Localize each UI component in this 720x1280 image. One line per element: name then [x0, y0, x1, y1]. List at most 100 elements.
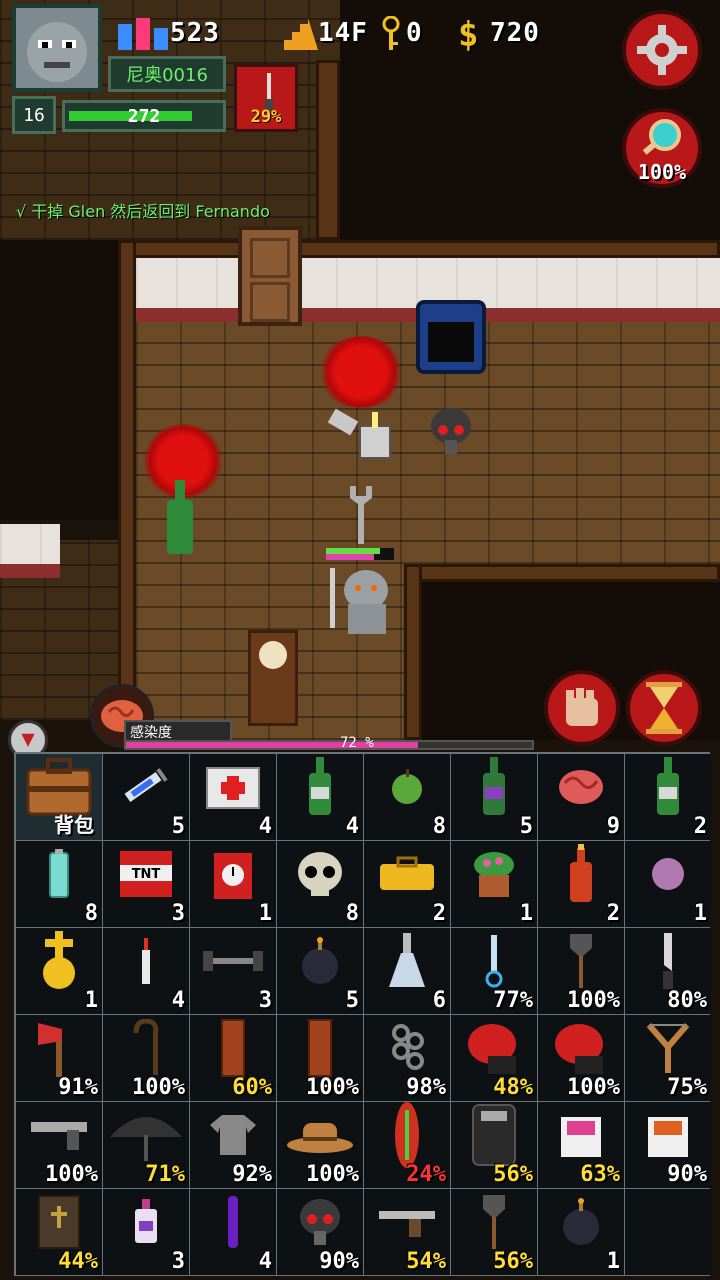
- inventory-slot[interactable]: 8: [277, 841, 363, 927]
- inventory-slot[interactable]: 5: [277, 928, 363, 1014]
- inventory-slot[interactable]: 24%: [364, 1102, 450, 1188]
- inventory-slot[interactable]: 9: [538, 754, 624, 840]
- slot-count: 3: [171, 1249, 185, 1274]
- inventory-slot[interactable]: 90%: [625, 1102, 711, 1188]
- inventory-slot[interactable]: TNT 3: [103, 841, 189, 927]
- bomb-icon: [277, 930, 363, 992]
- inventory-slot[interactable]: 80%: [625, 928, 711, 1014]
- inventory-slot[interactable]: 100%: [277, 1102, 363, 1188]
- settings-button[interactable]: [622, 10, 702, 90]
- slot-count: 100%: [567, 1075, 620, 1100]
- hourglass-icon: [646, 682, 682, 734]
- key-count: 0: [406, 18, 423, 48]
- inventory-slot[interactable]: 3: [190, 928, 276, 1014]
- flask-icon: [364, 930, 450, 992]
- inventory-slot[interactable]: 1: [538, 1189, 624, 1275]
- inventory-slot[interactable]: 71%: [103, 1102, 189, 1188]
- slot-count: 4: [171, 988, 185, 1013]
- brain-icon: [538, 756, 624, 818]
- wall-top: [120, 240, 720, 258]
- slot-count: 8: [345, 901, 359, 926]
- backpack-button[interactable]: 背包: [16, 754, 102, 840]
- inventory-slot[interactable]: 75%: [625, 1015, 711, 1101]
- inventory-slot[interactable]: 92%: [190, 1102, 276, 1188]
- inventory-slot[interactable]: 4: [277, 754, 363, 840]
- inventory-slot[interactable]: 98%: [364, 1015, 450, 1101]
- dumbbell-icon: [190, 930, 276, 992]
- quest-check-icon: √: [16, 202, 27, 221]
- inventory-slot[interactable]: 8: [364, 754, 450, 840]
- inventory-slot[interactable]: 4: [103, 928, 189, 1014]
- inventory-slot[interactable]: 56%: [451, 1102, 537, 1188]
- wait-button[interactable]: [626, 670, 702, 746]
- attack-button[interactable]: [544, 670, 620, 746]
- inventory-slot[interactable]: 100%: [16, 1102, 102, 1188]
- inventory-slot[interactable]: 63%: [538, 1102, 624, 1188]
- green-bottle-icon[interactable]: [160, 480, 200, 556]
- slot-count: 71%: [145, 1162, 185, 1187]
- squad-count: 523: [170, 18, 220, 48]
- dark-area: [0, 240, 120, 520]
- slot-count: 5: [345, 988, 359, 1013]
- key-icon: [382, 15, 400, 52]
- inventory-slot[interactable]: 4: [190, 754, 276, 840]
- inventory-slot[interactable]: 5: [451, 754, 537, 840]
- infection-bar-fill: [126, 742, 419, 748]
- tnt-icon: TNT: [103, 843, 189, 905]
- inventory-slot[interactable]: 100%: [538, 928, 624, 1014]
- wall-left: [118, 240, 136, 720]
- wood-plank-icon: [277, 1017, 363, 1079]
- player-health-bar: [326, 548, 394, 560]
- slot-count: 90%: [319, 1249, 359, 1274]
- inventory-slot[interactable]: 2: [538, 841, 624, 927]
- inventory-slot[interactable]: 2: [625, 754, 711, 840]
- pistol-icon: [16, 1104, 102, 1166]
- player-portrait-icon[interactable]: [12, 4, 102, 92]
- slot-count: 75%: [667, 1075, 707, 1100]
- potted-plant-icon: [451, 843, 537, 905]
- blue-crate-icon[interactable]: [416, 300, 486, 374]
- inventory-slot[interactable]: 2: [364, 841, 450, 927]
- slot-count: 9: [606, 814, 620, 839]
- wooden-door[interactable]: [238, 226, 302, 326]
- slot-count: 60%: [232, 1075, 272, 1100]
- inventory-slot[interactable]: 56%: [451, 1189, 537, 1275]
- green-bottle-icon: [625, 756, 711, 818]
- equipped-weapon-button[interactable]: 29%: [234, 64, 298, 132]
- inventory-slot[interactable]: 77%: [451, 928, 537, 1014]
- inventory-slot[interactable]: 60%: [190, 1015, 276, 1101]
- inventory-slot[interactable]: 6: [364, 928, 450, 1014]
- inventory-slot[interactable]: 48%: [451, 1015, 537, 1101]
- slot-count: 4: [258, 814, 272, 839]
- inventory-slot[interactable]: 1: [16, 928, 102, 1014]
- inventory-slot[interactable]: 1: [451, 841, 537, 927]
- inventory-slot[interactable]: 3: [103, 1189, 189, 1275]
- surfboard-icon: [364, 1102, 450, 1168]
- gas-mask-zombie-icon[interactable]: [426, 404, 476, 462]
- inventory-slot[interactable]: 4: [190, 1189, 276, 1275]
- inventory-slot[interactable]: 54%: [364, 1189, 450, 1275]
- inventory-slot[interactable]: 1: [190, 841, 276, 927]
- gas-mask-icon: [277, 1191, 363, 1253]
- slot-count: 6: [432, 988, 446, 1013]
- inventory-slot[interactable]: 1: [625, 841, 711, 927]
- lighter-item-icon[interactable]: [326, 400, 398, 464]
- search-button[interactable]: 100%: [622, 108, 702, 188]
- pink-orb-icon: [625, 843, 711, 905]
- fire-axe-icon: [16, 1017, 102, 1079]
- inventory-slot[interactable]: 8: [16, 841, 102, 927]
- inventory-slot[interactable]: 100%: [538, 1015, 624, 1101]
- slot-count: 1: [84, 988, 98, 1013]
- inventory-slot[interactable]: 100%: [277, 1015, 363, 1101]
- inventory-slot[interactable]: 44%: [16, 1189, 102, 1275]
- inventory-slot[interactable]: 100%: [103, 1015, 189, 1101]
- inventory-slot[interactable]: 91%: [16, 1015, 102, 1101]
- inventory-slot[interactable]: 5: [103, 754, 189, 840]
- magnifier-icon: [642, 119, 681, 155]
- shovel-icon: [538, 930, 624, 992]
- wrench-icon[interactable]: [346, 484, 376, 546]
- inventory-slot[interactable]: 90%: [277, 1189, 363, 1275]
- bomb-icon: [538, 1191, 624, 1253]
- inventory-slot-empty[interactable]: [625, 1189, 711, 1275]
- grandfather-clock-icon[interactable]: [248, 630, 298, 726]
